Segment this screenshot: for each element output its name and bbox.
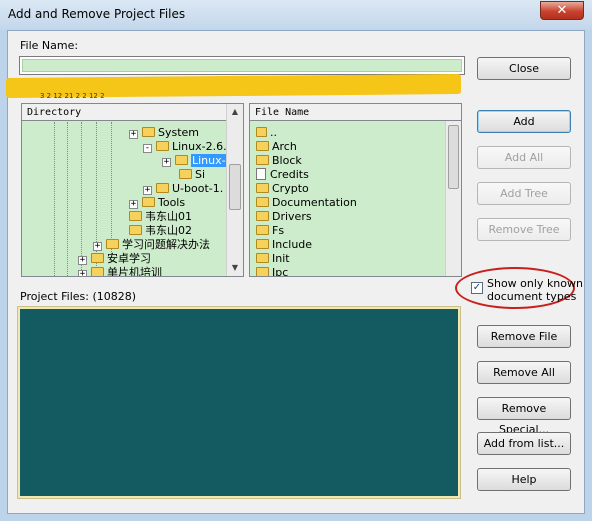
window-close-button[interactable]: ✕ xyxy=(540,1,584,20)
close-button[interactable]: Close xyxy=(477,57,571,80)
folder-icon xyxy=(256,183,269,193)
tree-item[interactable]: + Tools xyxy=(129,196,185,210)
file-name-input[interactable] xyxy=(22,59,462,72)
show-known-label[interactable]: Show only known document types xyxy=(487,277,583,303)
add-from-list-button[interactable]: Add from list... xyxy=(477,432,571,455)
file-name-label: File Name: xyxy=(20,39,79,52)
tree-item[interactable]: + U-boot-1. xyxy=(143,182,223,196)
tree-item[interactable]: + 安卓学习 xyxy=(78,252,151,266)
file-list-item[interactable]: Documentation xyxy=(256,196,357,210)
add-all-button[interactable]: Add All xyxy=(477,146,571,169)
directory-tree[interactable]: Directory + System - Linux-2.6. + Linux- Si… xyxy=(21,103,244,277)
folder-icon xyxy=(256,211,269,221)
folder-icon xyxy=(256,197,269,207)
folder-icon xyxy=(129,211,142,221)
file-list-item[interactable]: Drivers xyxy=(256,210,312,224)
folder-icon xyxy=(179,169,192,179)
add-button[interactable]: Add xyxy=(477,110,571,133)
file-list-item[interactable]: Ipc xyxy=(256,266,288,276)
tree-item[interactable]: 韦东山01 xyxy=(129,210,192,224)
folder-open-icon xyxy=(156,141,169,151)
up-folder-icon xyxy=(256,127,267,137)
tree-item[interactable]: Si xyxy=(179,168,205,182)
remove-file-button[interactable]: Remove File xyxy=(477,325,571,348)
tree-line xyxy=(54,122,56,276)
folder-icon xyxy=(91,253,104,263)
scroll-thumb[interactable] xyxy=(448,125,459,189)
file-list-item[interactable]: Block xyxy=(256,154,302,168)
folder-icon xyxy=(91,267,104,276)
scroll-up-arrow-icon[interactable]: ▲ xyxy=(227,104,243,120)
help-button[interactable]: Help xyxy=(477,468,571,491)
file-list-item[interactable]: Crypto xyxy=(256,182,309,196)
tree-line xyxy=(67,122,69,276)
folder-icon xyxy=(256,267,269,276)
tree-item[interactable]: 韦东山02 xyxy=(129,224,192,238)
tree-item[interactable]: + System xyxy=(129,126,199,140)
folder-icon xyxy=(142,197,155,207)
file-list-item[interactable]: .. xyxy=(256,126,277,140)
file-name-field[interactable] xyxy=(19,56,465,75)
scroll-down-arrow-icon[interactable]: ▼ xyxy=(227,260,243,276)
remove-special-button[interactable]: Remove Special... xyxy=(477,397,571,436)
obscured-path: 3 2 12 21 2 2 12 2 xyxy=(40,93,105,99)
folder-icon xyxy=(129,225,142,235)
folder-icon xyxy=(142,127,155,137)
folder-icon xyxy=(256,225,269,235)
file-list-scrollbar[interactable] xyxy=(445,121,461,276)
project-files-list[interactable] xyxy=(18,307,460,498)
show-known-checkbox[interactable]: ✓ xyxy=(471,282,483,294)
remove-all-button[interactable]: Remove All xyxy=(477,361,571,384)
file-list-item[interactable]: Arch xyxy=(256,140,297,154)
add-tree-button[interactable]: Add Tree xyxy=(477,182,571,205)
file-icon xyxy=(256,168,266,180)
file-list-item[interactable]: Fs xyxy=(256,224,284,238)
checkmark-icon: ✓ xyxy=(472,282,482,293)
folder-icon xyxy=(256,239,269,249)
close-icon: ✕ xyxy=(556,3,568,18)
scroll-thumb[interactable] xyxy=(229,164,241,210)
folder-icon xyxy=(156,183,169,193)
file-list-header: File Name xyxy=(250,104,461,121)
folder-icon xyxy=(106,239,119,249)
remove-tree-button[interactable]: Remove Tree xyxy=(477,218,571,241)
tree-item-selected[interactable]: + Linux- xyxy=(162,154,227,168)
directory-scrollbar[interactable]: ▲ ▼ xyxy=(226,104,243,276)
file-list[interactable]: File Name .. Arch Block Credits Crypto D… xyxy=(249,103,462,277)
tree-item[interactable]: + 单片机培训 xyxy=(78,266,162,276)
file-list-item[interactable]: Include xyxy=(256,238,312,252)
file-list-item[interactable]: Credits xyxy=(256,168,309,182)
folder-icon xyxy=(256,141,269,151)
folder-icon xyxy=(256,253,269,263)
file-list-item[interactable]: Init xyxy=(256,252,290,266)
folder-icon xyxy=(175,155,188,165)
project-files-label: Project Files: (10828) xyxy=(20,290,137,303)
tree-item[interactable]: - Linux-2.6. xyxy=(143,140,227,154)
folder-icon xyxy=(256,155,269,165)
directory-header: Directory xyxy=(22,104,243,121)
window-title: Add and Remove Project Files xyxy=(8,7,186,21)
tree-item[interactable]: + 学习问题解决办法 xyxy=(93,238,210,252)
